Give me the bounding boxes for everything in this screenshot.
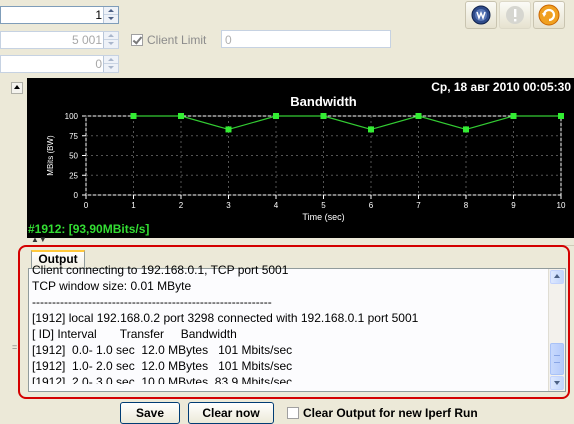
- output-line: [1912] 2.0- 3.0 sec 10.0 MBytes 83.9 Mbi…: [32, 375, 293, 384]
- x-tick-label: 2: [179, 201, 184, 210]
- stop-button[interactable]: [499, 1, 531, 29]
- clear-output-label: Clear Output for new Iperf Run: [303, 406, 478, 420]
- output-line: [1912] 0.0- 1.0 sec 12.0 MBytes 101 Mbit…: [32, 343, 293, 357]
- refresh-button[interactable]: [533, 1, 565, 29]
- x-tick-label: 4: [274, 201, 279, 210]
- y-tick-label: 0: [74, 191, 79, 200]
- x-axis-label: Time (sec): [302, 212, 344, 222]
- scroll-thumb[interactable]: [550, 343, 564, 375]
- spinner-value: 0: [95, 57, 102, 71]
- stop-icon: [506, 6, 524, 24]
- output-line: ----------------------------------------…: [32, 295, 272, 309]
- spinner-arrows[interactable]: [103, 7, 118, 23]
- x-tick-label: 0: [84, 201, 89, 210]
- down-arrow-icon: [554, 381, 560, 385]
- x-tick-label: 9: [511, 201, 516, 210]
- clear-output-checkbox[interactable]: [287, 407, 299, 419]
- x-tick-label: 1: [131, 201, 136, 210]
- spinner-value: 1: [95, 8, 102, 22]
- data-point: [558, 113, 564, 119]
- client-limit-input[interactable]: 0: [221, 30, 391, 48]
- spinner-down-button[interactable]: [104, 40, 118, 47]
- x-tick-label: 3: [226, 201, 231, 210]
- client-limit-value: 0: [225, 33, 232, 47]
- spinner-value: 5 001: [71, 33, 102, 47]
- output-vertical-scrollbar[interactable]: [548, 269, 565, 391]
- scroll-down-button[interactable]: [550, 376, 564, 390]
- output-text-area[interactable]: Client connecting to 192.168.0.1, TCP po…: [32, 262, 547, 384]
- up-arrow-icon: [14, 85, 20, 89]
- output-line: [ ID] Interval Transfer Bandwidth: [32, 327, 237, 341]
- spinner-port[interactable]: 5 001: [0, 31, 119, 49]
- client-limit-checkbox[interactable]: [131, 34, 143, 46]
- spinner-arrows[interactable]: [103, 56, 118, 72]
- spinner-up-button[interactable]: [104, 7, 118, 15]
- scroll-up-button[interactable]: [550, 270, 564, 284]
- data-point: [225, 126, 232, 133]
- run-icon: [471, 5, 491, 25]
- data-point: [178, 113, 184, 119]
- data-point: [463, 126, 469, 133]
- y-tick-label: 25: [69, 171, 78, 180]
- grip-icon: [554, 355, 560, 363]
- output-line: [1912] local 192.168.0.2 port 3298 conne…: [32, 311, 419, 325]
- output-panel: Client connecting to 192.168.0.1, TCP po…: [28, 263, 566, 392]
- up-arrow-icon: [554, 274, 560, 278]
- y-tick-label: 50: [69, 152, 78, 161]
- spinner-up-button[interactable]: [104, 32, 118, 40]
- spinner-up-button[interactable]: [104, 56, 118, 64]
- x-tick-label: 10: [557, 201, 566, 210]
- collapse-arrows-icon[interactable]: ▲▼: [31, 235, 47, 244]
- bandwidth-chart-panel: Ср, 18 авг 2010 00:05:30 Bandwidth 0 25 50 7…: [27, 78, 574, 238]
- bandwidth-chart: Bandwidth 0 25 50 75 100 0 1 2 3 4 5 6 7 8 9 10 Time (sec…: [46, 94, 566, 222]
- spinner-arrows[interactable]: [103, 32, 118, 48]
- scroll-up-button[interactable]: [11, 82, 23, 94]
- data-point: [415, 113, 422, 119]
- x-tick-label: 5: [321, 201, 326, 210]
- spinner-down-button[interactable]: [104, 64, 118, 71]
- spinner-window[interactable]: 0: [0, 55, 119, 73]
- run-button[interactable]: [465, 1, 497, 29]
- data-point: [130, 113, 137, 119]
- data-point: [510, 113, 517, 119]
- spinner-down-button[interactable]: [104, 15, 118, 22]
- y-axis-label: MBits (BW): [46, 135, 55, 176]
- data-point: [320, 113, 327, 119]
- spinner-parallel-streams[interactable]: 1: [0, 6, 119, 24]
- x-tick-label: 8: [464, 201, 469, 210]
- y-tick-label: 75: [69, 132, 78, 141]
- output-line: [1912] 1.0- 2.0 sec 12.0 MBytes 101 Mbit…: [32, 359, 293, 373]
- output-line: TCP window size: 0.01 MByte: [32, 279, 192, 293]
- x-tick-label: 7: [416, 201, 421, 210]
- y-tick-label: 100: [65, 112, 79, 121]
- chart-status: #1912: [93,90MBits/s]: [28, 222, 150, 236]
- client-limit-label: Client Limit: [147, 33, 207, 47]
- x-tick-label: 6: [369, 201, 374, 210]
- output-line: Client connecting to 192.168.0.1, TCP po…: [32, 263, 289, 277]
- chart-title: Bandwidth: [290, 94, 356, 109]
- splitter-grip-icon[interactable]: =: [12, 342, 17, 352]
- data-point: [273, 113, 279, 119]
- data-point: [368, 126, 374, 133]
- refresh-icon: [538, 4, 560, 26]
